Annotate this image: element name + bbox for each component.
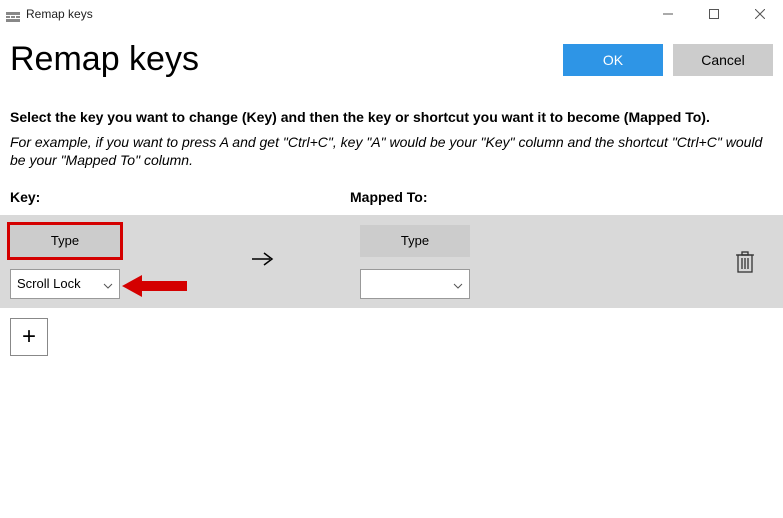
titlebar-left: Remap keys [6, 7, 93, 21]
close-button[interactable] [737, 0, 783, 28]
mapped-dropdown[interactable] [360, 269, 470, 299]
add-row-button[interactable]: + [10, 318, 48, 356]
minimize-button[interactable] [645, 0, 691, 28]
titlebar: Remap keys [0, 0, 783, 28]
delete-cell [735, 250, 773, 274]
maximize-button[interactable] [691, 0, 737, 28]
instructions: Select the key you want to change (Key) … [10, 109, 773, 169]
key-cell: Type Scroll Lock [10, 225, 210, 299]
mapped-type-button[interactable]: Type [360, 225, 470, 257]
mapping-row: Type Scroll Lock Type [0, 215, 783, 308]
chevron-down-icon [103, 279, 113, 289]
app-icon [6, 9, 20, 19]
delete-row-button[interactable] [735, 250, 755, 274]
page-title: Remap keys [10, 40, 199, 79]
window-controls [645, 0, 783, 28]
plus-icon: + [22, 325, 36, 349]
column-headers: Key: Mapped To: [10, 189, 773, 205]
key-dropdown-value: Scroll Lock [17, 276, 81, 291]
ok-button[interactable]: OK [563, 44, 663, 76]
header-row: Remap keys OK Cancel [10, 40, 773, 79]
add-row-area: + [10, 318, 773, 356]
key-type-button[interactable]: Type [10, 225, 120, 257]
cancel-button[interactable]: Cancel [673, 44, 773, 76]
instructions-bold: Select the key you want to change (Key) … [10, 109, 773, 125]
mapped-cell: Type [360, 225, 560, 299]
window-title: Remap keys [26, 7, 93, 21]
maps-to-arrow-icon [250, 249, 276, 274]
instructions-italic: For example, if you want to press A and … [10, 133, 773, 169]
mapped-column-header: Mapped To: [350, 189, 773, 205]
content-area: Remap keys OK Cancel Select the key you … [0, 40, 783, 356]
arrow-cell [210, 249, 360, 274]
key-dropdown[interactable]: Scroll Lock [10, 269, 120, 299]
header-buttons: OK Cancel [563, 44, 773, 76]
key-column-header: Key: [10, 189, 350, 205]
chevron-down-icon [453, 279, 463, 289]
